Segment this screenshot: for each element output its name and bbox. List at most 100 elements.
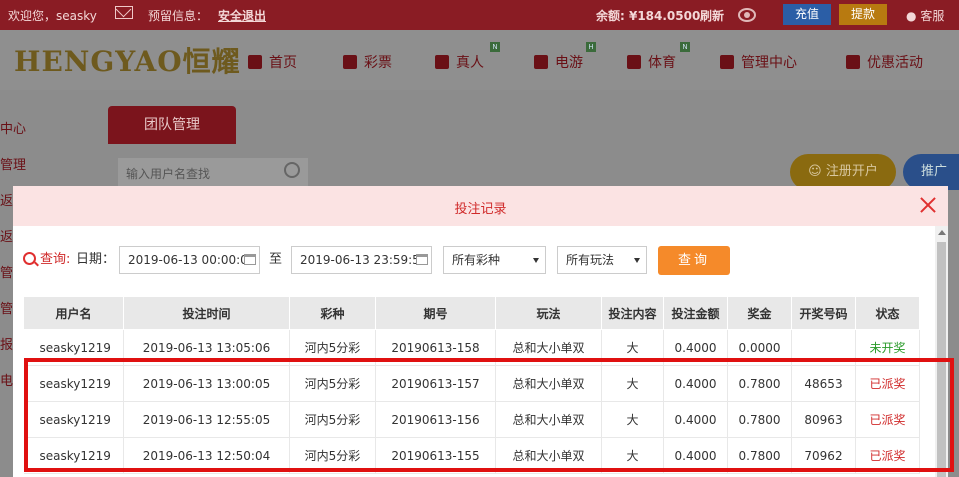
date-to-input[interactable]: 2019-06-13 23:59:59 <box>291 246 432 274</box>
lottery-type-select[interactable]: 所有彩种 <box>443 246 546 274</box>
search-icon <box>23 252 36 265</box>
nav-promotions[interactable]: 优惠活动 <box>846 52 923 72</box>
table-row[interactable]: seasky1219 2019-06-13 13:00:05 河内5分彩 201906… <box>23 365 920 402</box>
table-cell: 大 <box>601 437 664 474</box>
withdraw-button[interactable]: 提款 <box>839 4 887 25</box>
scroll-thumb[interactable] <box>937 242 946 477</box>
nav-label: 管理中心 <box>741 55 797 71</box>
table-cell: seasky1219 <box>23 365 124 402</box>
calendar-icon[interactable] <box>416 254 428 265</box>
table-cell: 河内5分彩 <box>289 401 376 438</box>
table-body: seasky1219 2019-06-13 13:05:06 河内5分彩 201906… <box>23 329 920 474</box>
table-cell: 0.4000 <box>663 365 728 402</box>
eye-icon[interactable] <box>738 8 756 22</box>
service-label: 客服 <box>920 9 945 23</box>
table-row[interactable]: seasky1219 2019-06-13 13:05:06 河内5分彩 201906… <box>23 329 920 366</box>
table-cell: 0.7800 <box>727 437 792 474</box>
table-cell: 大 <box>601 329 664 366</box>
logout-link[interactable]: 安全退出 <box>218 7 266 24</box>
home-icon <box>248 55 262 69</box>
ticket-icon <box>343 55 357 69</box>
top-bar: 欢迎您，seasky 预留信息： 安全退出 余额: ¥184.0500 刷新 充… <box>0 0 959 30</box>
column-header: 投注内容 <box>601 296 664 330</box>
table-cell: 总和大小单双 <box>495 437 602 474</box>
date-to-value: 2019-06-13 23:59:59 <box>300 253 428 267</box>
table-cell: 0.4000 <box>663 437 728 474</box>
sidebar-item[interactable]: 返 <box>0 190 13 209</box>
table-cell: 2019-06-13 12:50:04 <box>123 437 290 474</box>
column-header: 期号 <box>375 296 496 330</box>
nav-label: 真人 <box>456 55 484 71</box>
close-icon[interactable] <box>919 196 937 214</box>
column-header: 奖金 <box>727 296 792 330</box>
table-cell: 已派奖 <box>855 365 920 402</box>
table-cell: 48653 <box>791 365 856 402</box>
sidebar-item[interactable]: 中心 <box>0 118 26 137</box>
modal-scrollbar[interactable] <box>935 226 948 477</box>
welcome-text: 欢迎您，seasky <box>8 9 97 23</box>
tab-team-management[interactable]: 团队管理 <box>108 106 236 144</box>
nav-label: 优惠活动 <box>867 55 923 71</box>
chevron-down-icon <box>634 258 640 263</box>
table-cell: 已派奖 <box>855 437 920 474</box>
query-button[interactable]: 查询 <box>658 246 730 275</box>
modal-header: 投注记录 <box>13 186 948 226</box>
nav-lottery[interactable]: 彩票 <box>343 52 392 72</box>
lottery-select-value: 所有彩种 <box>452 253 501 267</box>
promote-button[interactable]: 推广 <box>903 154 959 190</box>
search-icon[interactable] <box>284 162 300 178</box>
user-add-icon: ☺ <box>808 164 822 179</box>
table-cell: 2019-06-13 12:55:05 <box>123 401 290 438</box>
modal-title: 投注记录 <box>454 202 507 217</box>
table-cell: 未开奖 <box>855 329 920 366</box>
table-cell: seasky1219 <box>23 329 124 366</box>
refresh-link[interactable]: 刷新 <box>700 7 724 24</box>
trophy-icon <box>627 55 641 69</box>
table-row[interactable]: seasky1219 2019-06-13 12:55:05 河内5分彩 201906… <box>23 401 920 438</box>
nav-management[interactable]: 管理中心 <box>720 52 797 72</box>
user-search-input[interactable]: 输入用户名查找 <box>118 158 308 186</box>
nav-sports[interactable]: 体育 N <box>627 42 690 72</box>
person-icon <box>435 55 449 69</box>
sidebar-item[interactable]: 电 <box>0 370 13 389</box>
promote-label: 推广 <box>921 164 948 179</box>
gift-icon <box>846 55 860 69</box>
balance-text: 余额: ¥184.0500 <box>596 9 701 23</box>
user-icon: ● <box>906 9 917 23</box>
nav-home[interactable]: 首页 <box>248 52 297 72</box>
table-cell: 河内5分彩 <box>289 365 376 402</box>
sidebar-item[interactable]: 返 <box>0 226 13 245</box>
service-link[interactable]: ● 客服 <box>906 7 944 24</box>
register-account-button[interactable]: ☺ 注册开户 <box>790 154 896 190</box>
scroll-up-icon[interactable] <box>938 230 946 235</box>
column-header: 投注金额 <box>663 296 728 330</box>
column-header: 用户名 <box>23 296 124 330</box>
table-cell: 大 <box>601 401 664 438</box>
table-cell: 河内5分彩 <box>289 437 376 474</box>
site-logo[interactable]: HENGYAO恒耀 <box>14 40 241 80</box>
recharge-button[interactable]: 充值 <box>783 4 831 25</box>
search-placeholder: 输入用户名查找 <box>126 167 211 181</box>
table-cell: 总和大小单双 <box>495 365 602 402</box>
nav-live[interactable]: 真人 N <box>435 42 500 72</box>
table-header: 用户名 投注时间 彩种 期号 玩法 投注内容 投注金额 奖金 开奖号码 状态 <box>23 296 920 330</box>
mail-icon[interactable] <box>115 6 133 19</box>
table-cell: 0.0000 <box>727 329 792 366</box>
sidebar-item[interactable]: 管 <box>0 262 13 281</box>
slot-icon <box>534 55 548 69</box>
play-type-select[interactable]: 所有玩法 <box>557 246 647 274</box>
calendar-icon[interactable] <box>244 254 256 265</box>
column-header: 开奖号码 <box>791 296 856 330</box>
hot-badge: H <box>586 42 596 52</box>
nav-games[interactable]: 电游 H <box>534 42 596 72</box>
table-cell: 20190613-155 <box>375 437 496 474</box>
sidebar-item[interactable]: 管理 <box>0 154 26 173</box>
table-cell: 2019-06-13 13:05:06 <box>123 329 290 366</box>
sidebar-item[interactable]: 管 <box>0 298 13 317</box>
notice-label: 预留信息： <box>148 9 209 23</box>
date-from-input[interactable]: 2019-06-13 00:00:00 <box>119 246 260 274</box>
table-cell: 0.7800 <box>727 401 792 438</box>
table-cell <box>791 329 856 366</box>
sidebar-item[interactable]: 报 <box>0 334 13 353</box>
table-row[interactable]: seasky1219 2019-06-13 12:50:04 河内5分彩 201906… <box>23 437 920 474</box>
